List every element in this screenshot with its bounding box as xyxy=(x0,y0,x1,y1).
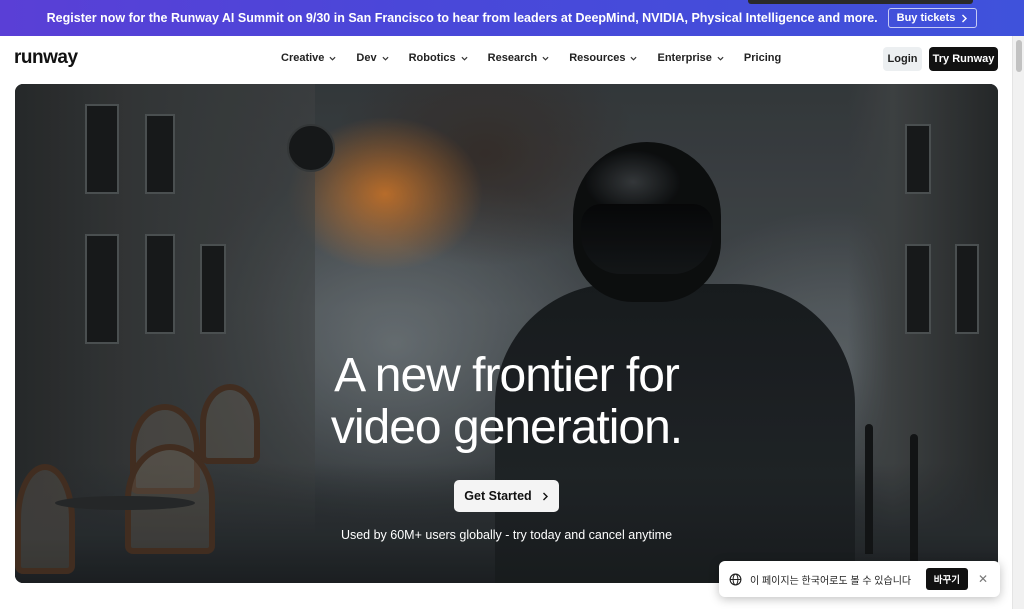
nav-item-label: Enterprise xyxy=(657,52,712,64)
nav-item-label: Research xyxy=(487,52,538,64)
runway-logo[interactable]: runway xyxy=(14,47,78,69)
nav-menu: Creative Dev Robotics Research Resources… xyxy=(281,52,781,64)
headline-line-2: video generation. xyxy=(330,401,683,454)
close-icon[interactable]: ✕ xyxy=(976,572,990,586)
nav-item-dev[interactable]: Dev xyxy=(356,52,389,64)
nav-item-robotics[interactable]: Robotics xyxy=(409,52,468,64)
nav-item-label: Resources xyxy=(569,52,626,64)
chevron-right-icon xyxy=(542,492,548,500)
chevron-down-icon xyxy=(329,56,336,61)
nav-item-label: Robotics xyxy=(408,52,456,64)
browser-overlay-sliver xyxy=(748,0,973,4)
nav-item-enterprise[interactable]: Enterprise xyxy=(657,52,724,64)
banner-text: Register now for the Runway AI Summit on… xyxy=(46,11,878,25)
nav-item-label: Dev xyxy=(356,52,377,64)
chevron-down-icon xyxy=(382,56,389,61)
chevron-right-icon xyxy=(962,14,968,22)
translate-popup-text: 이 페이지는 한국어로도 볼 수 있습니다 xyxy=(750,575,912,587)
translate-switch-button[interactable]: 바꾸기 xyxy=(925,568,968,590)
nav-item-label: Creative xyxy=(281,52,325,64)
chevron-down-icon xyxy=(717,56,724,61)
buy-tickets-label: Buy tickets xyxy=(896,12,956,24)
announcement-banner: Register now for the Runway AI Summit on… xyxy=(0,0,1024,36)
nav-item-creative[interactable]: Creative xyxy=(281,52,336,64)
chevron-down-icon xyxy=(630,56,638,61)
headline-line-1: A new frontier for xyxy=(334,349,680,402)
translate-popup: 이 페이지는 한국어로도 볼 수 있습니다 바꾸기 ✕ xyxy=(719,561,1000,597)
main-nav: runway Creative Dev Robotics Research Re… xyxy=(0,36,1012,82)
hero-subline: Used by 60M+ users globally - try today … xyxy=(340,528,673,542)
buy-tickets-button[interactable]: Buy tickets xyxy=(887,8,978,28)
nav-item-resources[interactable]: Resources xyxy=(569,52,638,64)
hero-headline: A new frontier for video generation. xyxy=(15,350,998,454)
nav-item-pricing[interactable]: Pricing xyxy=(744,52,781,64)
hero-section: A new frontier for video generation. Get… xyxy=(15,84,998,583)
page: Register now for the Runway AI Summit on… xyxy=(0,0,1024,609)
scrollbar-thumb[interactable] xyxy=(1016,40,1022,72)
chevron-down-icon xyxy=(542,56,549,61)
chevron-down-icon xyxy=(461,56,468,61)
page-scrollbar[interactable] xyxy=(1012,36,1024,609)
get-started-label: Get Started xyxy=(464,489,532,503)
globe-icon xyxy=(729,573,742,585)
try-runway-button[interactable]: Try Runway xyxy=(929,47,998,71)
get-started-button[interactable]: Get Started xyxy=(454,480,559,512)
nav-item-label: Pricing xyxy=(743,52,782,64)
login-button[interactable]: Login xyxy=(883,47,922,71)
nav-item-research[interactable]: Research xyxy=(488,52,550,64)
